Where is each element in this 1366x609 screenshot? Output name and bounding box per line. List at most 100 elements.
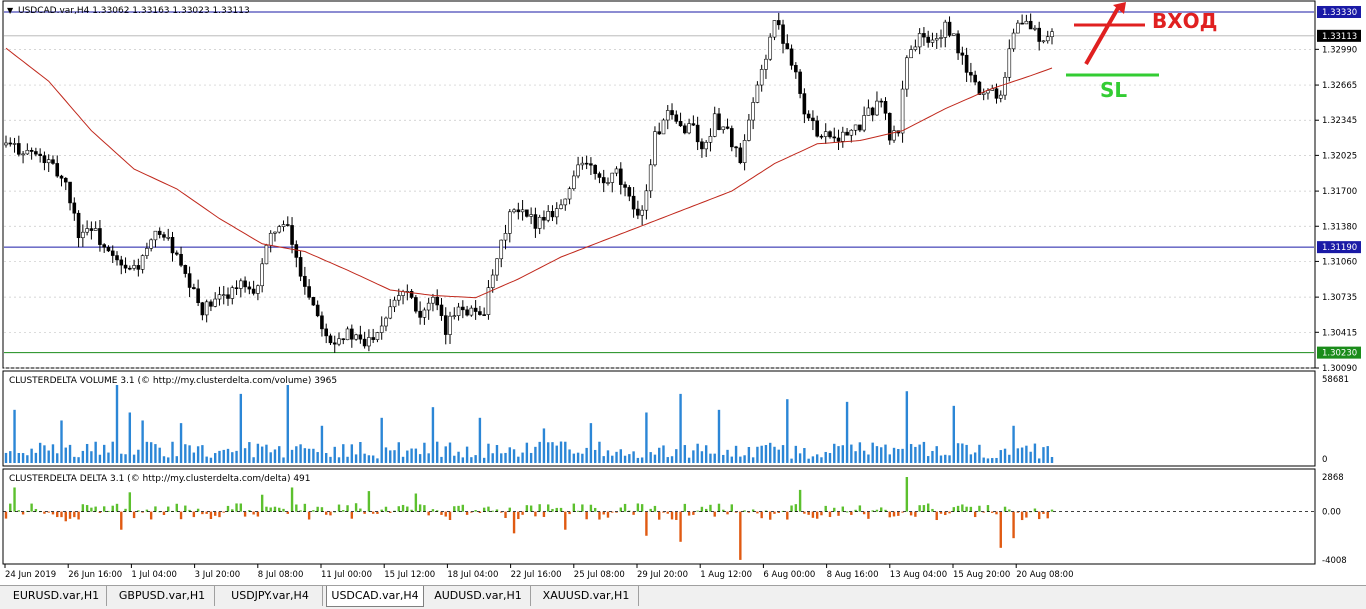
candle-body <box>153 230 158 241</box>
delta-bar <box>914 511 917 517</box>
volume-bar <box>414 448 418 463</box>
volume-bar <box>1025 445 1028 463</box>
chart-tab[interactable]: USDCAD.var,H4 <box>326 586 424 607</box>
candle-body <box>734 146 738 149</box>
volume-bar <box>824 451 827 463</box>
volume-bar <box>619 449 622 463</box>
time-tick-label: 11 Jul 00:00 <box>321 570 372 580</box>
volume-bar <box>730 456 733 463</box>
candle-body <box>606 182 610 184</box>
candle-body <box>998 94 1003 99</box>
volume-bar <box>171 441 174 463</box>
volume-bar <box>529 452 533 463</box>
price-tick-label: 1.30415 <box>1322 328 1357 338</box>
volume-bar <box>427 453 430 463</box>
volume-bar <box>692 450 695 463</box>
volume-bar <box>371 455 375 463</box>
candle-body <box>324 328 329 337</box>
volume-bar <box>299 444 302 463</box>
candle-body <box>456 306 461 316</box>
price-panel[interactable] <box>2 0 1316 369</box>
chart-tab[interactable]: AUDUSD.var,H1 <box>426 586 531 606</box>
candle-body <box>221 294 226 297</box>
candle-body <box>298 257 303 277</box>
volume-bar <box>453 455 456 463</box>
candle-body <box>34 151 38 155</box>
delta-bar <box>687 511 691 516</box>
volume-bar <box>77 457 80 463</box>
candle-body <box>290 225 294 245</box>
candle-body <box>145 248 149 256</box>
candle-body <box>268 232 273 246</box>
volume-bar <box>205 456 208 463</box>
chart-tab[interactable]: EURUSD.var,H1 <box>6 586 107 606</box>
volume-bar <box>448 442 452 463</box>
delta-bar <box>461 504 465 512</box>
candle-body <box>636 208 640 216</box>
candle-body <box>59 175 64 179</box>
volume-bar <box>1012 425 1015 463</box>
candle-body <box>631 195 636 210</box>
chart-tab[interactable]: GBPUSD.var,H1 <box>110 586 215 606</box>
volume-bar <box>1046 446 1049 463</box>
candle-body <box>700 141 704 150</box>
candle-body <box>853 124 858 131</box>
delta-bar <box>905 477 909 512</box>
volume-bar <box>222 449 225 463</box>
chart-tab[interactable]: USDJPY.var,H4 <box>218 586 323 606</box>
delta-bar <box>696 510 699 512</box>
chart-tab[interactable]: XAUUSD.var,H1 <box>534 586 639 606</box>
candle-body <box>717 113 721 130</box>
delta-bar <box>756 511 759 514</box>
candle-body <box>644 190 649 211</box>
delta-bar <box>21 511 25 515</box>
time-axis: 24 Jun 2019 26 Jun 16:00 1 Jul 04:00 3 Jul … <box>4 564 1074 580</box>
time-tick-label: 24 Jun 2019 <box>5 570 56 580</box>
trading-chart[interactable]: 1.33330 1.33113 1.32990 1.32665 1.32345 1.320… <box>0 0 1366 608</box>
volume-bar <box>658 447 661 463</box>
delta-bar <box>222 511 225 513</box>
delta-bar <box>269 507 272 512</box>
candle-body <box>371 337 375 340</box>
volume-bar <box>956 443 960 463</box>
volume-bar <box>43 445 46 463</box>
delta-bar <box>431 509 435 512</box>
volume-bar <box>559 441 563 463</box>
delta-bar <box>713 511 716 517</box>
collapse-arrow-icon[interactable]: ▼ <box>7 6 14 15</box>
candle-body <box>482 314 486 316</box>
volume-bar <box>478 417 482 463</box>
time-tick-label: 18 Jul 04:00 <box>447 570 498 580</box>
delta-bar <box>359 508 362 512</box>
delta-bar <box>427 511 430 516</box>
volume-bar <box>132 454 136 463</box>
price-tick-label: 1.33330 <box>1322 8 1357 18</box>
candle-body <box>729 128 734 148</box>
volume-bar <box>551 442 554 463</box>
delta-bar <box>632 511 635 515</box>
candle-body <box>187 273 192 288</box>
volume-bar <box>918 444 921 463</box>
volume-bar <box>1003 448 1007 463</box>
delta-bar <box>209 511 213 520</box>
delta-bar <box>525 505 529 512</box>
candle-body <box>721 126 726 130</box>
volume-bar <box>700 451 704 463</box>
delta-bar <box>124 508 127 512</box>
delta-bar <box>572 503 576 512</box>
volume-bar <box>90 451 93 463</box>
delta-bar <box>653 505 657 512</box>
candle-body <box>183 264 188 274</box>
volume-bar <box>158 447 161 463</box>
delta-bar <box>60 511 63 518</box>
volume-bar <box>384 447 388 463</box>
delta-bar <box>68 511 72 519</box>
delta-bar <box>196 508 200 512</box>
volume-bar <box>73 456 76 463</box>
volume-bar <box>837 446 840 463</box>
volume-bar <box>999 450 1002 463</box>
candle-body <box>695 124 700 143</box>
delta-bar <box>926 503 930 512</box>
delta-bar <box>504 511 507 518</box>
price-tick-label: 1.32025 <box>1322 151 1357 161</box>
